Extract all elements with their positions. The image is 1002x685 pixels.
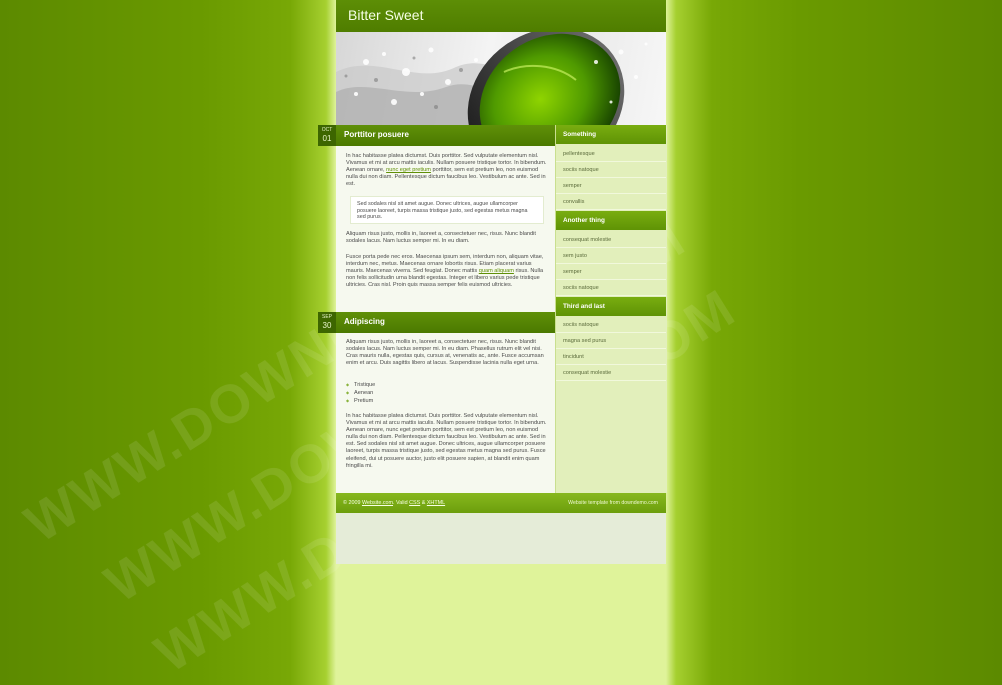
post-date: SEP 30 [318, 312, 336, 333]
sidebar-heading: Third and last [556, 297, 666, 316]
list-item: Aenean [346, 389, 375, 397]
ampersand-text: & [421, 500, 426, 506]
header-banner-image [336, 32, 666, 125]
post-title[interactable]: Porttitor posuere [344, 130, 409, 139]
sidebar-link[interactable]: sociis natoque [556, 280, 666, 296]
site-title[interactable]: Bitter Sweet [348, 7, 423, 23]
inline-link[interactable]: nunc eget pretium [386, 167, 431, 173]
page-bottom [336, 513, 666, 564]
copyright-text: © 2009 [343, 500, 361, 506]
sidebar-link[interactable]: consequat molestie [556, 232, 666, 248]
post-header: OCT 01 Porttitor posuere [318, 125, 555, 146]
sidebar-link[interactable]: sociis natoque [556, 317, 666, 333]
post-date-day: 01 [322, 134, 332, 143]
post-title[interactable]: Adipiscing [344, 317, 385, 326]
sidebar-link[interactable]: consequat molestie [556, 365, 666, 381]
post-date-month: OCT [321, 127, 333, 133]
page-container: Bitter Sweet OCT 01 Porttitor posuere In… [318, 0, 667, 564]
list-item: Tristique [346, 381, 375, 389]
valid-text: . Valid [393, 500, 408, 506]
footer-copyright: © 2009 Website.com. Valid CSS & XHTML [343, 500, 445, 506]
footer-credit: Website template from downdemo.com [568, 500, 658, 506]
post-header: SEP 30 Adipiscing [318, 312, 555, 333]
sidebar-link[interactable]: magna sed purus [556, 333, 666, 349]
post-date-month: SEP [321, 314, 332, 320]
blockquote: Sed sodales nisl sit amet augue. Donec u… [350, 196, 544, 224]
sidebar-link[interactable]: tincidunt [556, 349, 666, 365]
sidebar-link[interactable]: pellentesque [556, 146, 666, 162]
site-header: Bitter Sweet [336, 0, 666, 32]
list-item: Pretium [346, 397, 375, 405]
sidebar-link[interactable]: sem justo [556, 248, 666, 264]
footer-css-link[interactable]: CSS [409, 500, 420, 506]
blockquote-text: Sed sodales nisl sit amet augue. Donec u… [357, 201, 528, 221]
post-date: OCT 01 [318, 125, 336, 146]
lime-splash-image [336, 32, 648, 125]
footer-xhtml-link[interactable]: XHTML [427, 500, 445, 506]
post-paragraph: In hac habitasse platea dictumst. Duis p… [346, 153, 548, 188]
inline-link[interactable]: quam aliquam [479, 268, 514, 274]
footer-site-link[interactable]: Website.com [362, 500, 393, 506]
sidebar-heading: Another thing [556, 211, 666, 230]
content-area: OCT 01 Porttitor posuere In hac habitass… [318, 125, 555, 493]
site-footer: © 2009 Website.com. Valid CSS & XHTML We… [336, 493, 666, 513]
post-date-day: 30 [322, 321, 332, 330]
bullet-list: Tristique Aenean Pretium [346, 381, 375, 405]
post-paragraph: Aliquam risus justo, mollis in, laoreet … [346, 231, 536, 245]
post-paragraph: Aliquam risus justo, mollis in, laoreet … [346, 339, 544, 367]
sidebar-link[interactable]: convallis [556, 194, 666, 210]
sidebar: Something pellentesque sociis natoque se… [555, 125, 667, 493]
sidebar-link[interactable]: sociis natoque [556, 162, 666, 178]
sidebar-heading: Something [556, 125, 666, 144]
post-paragraph: Fusce porta pede nec eros. Maecenas ipsu… [346, 254, 548, 289]
post-paragraph: In hac habitasse platea dictumst. Duis p… [346, 413, 547, 469]
sidebar-link[interactable]: semper [556, 178, 666, 194]
sidebar-link[interactable]: semper [556, 264, 666, 280]
